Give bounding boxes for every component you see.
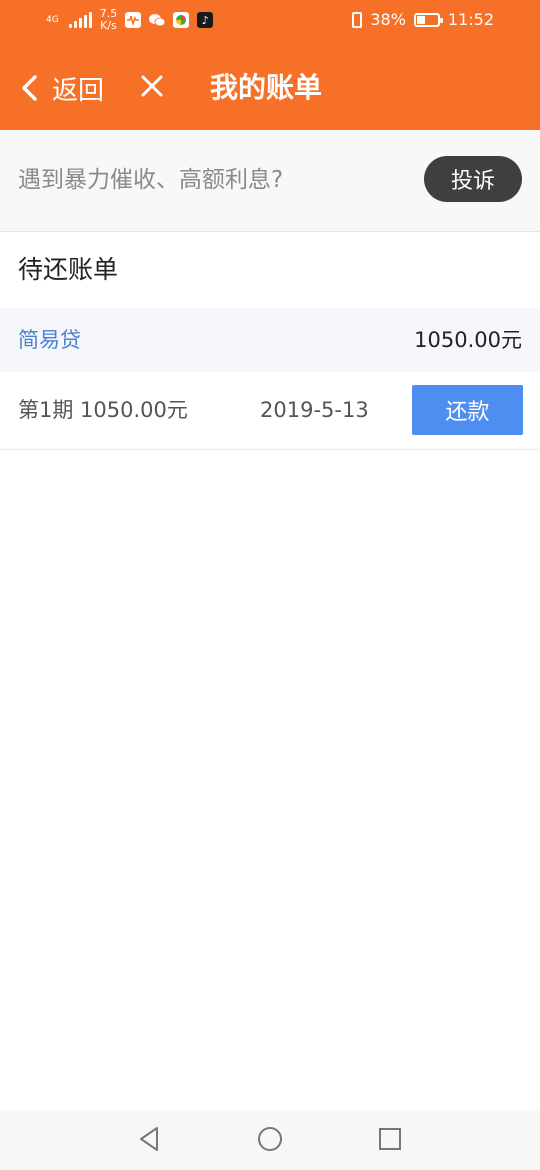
installment-info: 第1期 1050.00元	[18, 398, 188, 422]
complaint-text: 遇到暴力催收、高额利息?	[18, 167, 284, 193]
complaint-banner: 遇到暴力催收、高额利息? 投诉	[0, 130, 540, 232]
nav-back-icon[interactable]	[135, 1124, 165, 1154]
activity-app-icon	[125, 12, 142, 28]
clock: 11:52	[447, 10, 494, 29]
back-button[interactable]: 返回	[18, 68, 104, 108]
network-type: 4G	[46, 14, 59, 25]
installment-row: 第1期 1050.00元 2019-5-13 还款	[0, 372, 540, 450]
vibrate-icon	[352, 11, 363, 28]
chevron-left-icon	[22, 75, 37, 101]
battery-percent: 38%	[370, 10, 406, 29]
browser-app-icon	[173, 12, 190, 28]
repay-button[interactable]: 还款	[412, 385, 523, 435]
status-right: 38% 11:52	[352, 10, 494, 29]
status-left: 4G 7.5 K/s ♪	[46, 8, 214, 32]
battery-icon	[413, 12, 443, 27]
loan-row[interactable]: 简易贷 1050.00元	[0, 308, 540, 372]
installment-date: 2019-5-13	[260, 398, 369, 422]
speed-unit: K/s	[100, 19, 117, 32]
network-speed: 7.5 K/s	[100, 8, 118, 32]
system-nav-bar	[0, 1110, 540, 1170]
status-bar: 4G 7.5 K/s ♪ 38% 11:52	[0, 0, 540, 42]
wechat-icon	[149, 12, 166, 28]
bill-page: 4G 7.5 K/s ♪ 38% 11:52 返回 我的账单 遇到暴力催收、高额…	[0, 0, 540, 1170]
page-title: 我的账单	[210, 71, 323, 104]
back-label: 返回	[52, 75, 105, 106]
section-title-pending-bills: 待还账单	[18, 255, 119, 284]
complaint-button[interactable]: 投诉	[424, 156, 522, 202]
nav-recent-apps-icon[interactable]	[375, 1124, 405, 1154]
loan-amount: 1050.00元	[414, 328, 522, 352]
nav-home-icon[interactable]	[255, 1124, 285, 1154]
loan-name: 简易贷	[18, 328, 81, 352]
top-bar: 4G 7.5 K/s ♪ 38% 11:52 返回 我的账单	[0, 0, 540, 130]
tiktok-icon: ♪	[197, 12, 214, 28]
close-icon[interactable]	[140, 74, 164, 98]
signal-icon	[68, 12, 92, 28]
app-header: 返回 我的账单	[0, 42, 540, 130]
